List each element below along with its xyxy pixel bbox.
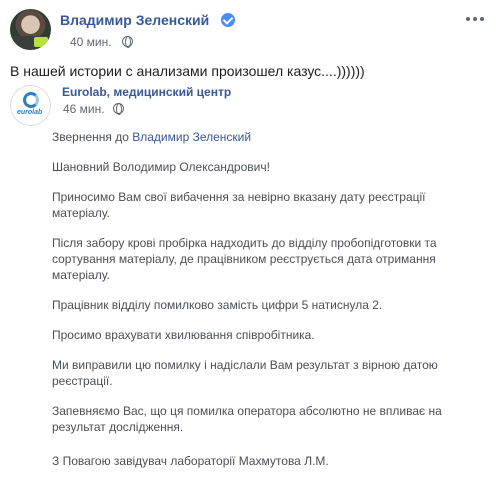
post-timestamp[interactable]: 40 мин. bbox=[70, 35, 112, 49]
author-avatar[interactable] bbox=[10, 9, 51, 50]
address-prefix: Звернення до bbox=[52, 130, 129, 144]
avatar-badge bbox=[34, 37, 48, 47]
shared-post-text: Звернення до Владимир Зеленский Шановний… bbox=[52, 129, 452, 483]
letter-paragraph: Приносимо Вам свої вибачення за невірно … bbox=[52, 190, 426, 220]
letter-paragraph: Просимо врахувати хвилювання співробітни… bbox=[52, 328, 315, 342]
letter-paragraph: Запевняємо Вас, що ця помилка оператора … bbox=[52, 404, 442, 434]
eurolab-logo-icon bbox=[23, 92, 39, 108]
globe-icon[interactable] bbox=[113, 103, 124, 115]
post-text: В нашей истории с анализами произошел ка… bbox=[10, 63, 365, 79]
letter-greeting: Шановний Володимир Олександрович! bbox=[52, 160, 270, 174]
page-avatar[interactable]: eurolab bbox=[10, 85, 51, 126]
letter-paragraph: Після забору крові пробірка надходить до… bbox=[52, 236, 437, 282]
letter-address: Звернення до Владимир Зеленский bbox=[52, 129, 452, 145]
page-name-link[interactable]: Eurolab, медицинский центр bbox=[62, 85, 231, 99]
letter-signature: З Повагою завідувач лабораторії Махмутов… bbox=[52, 454, 329, 468]
shared-post-header: eurolab Eurolab, медицинский центр 46 ми… bbox=[10, 85, 486, 126]
more-options-icon[interactable] bbox=[464, 13, 486, 25]
letter-paragraph: Працівник відділу помилково замість цифр… bbox=[52, 298, 383, 312]
author-name-link[interactable]: Владимир Зеленский bbox=[60, 12, 209, 28]
post-header: Владимир Зеленский 40 мин. bbox=[10, 9, 486, 51]
letter-paragraph: Ми виправили цю помилку і надіслали Вам … bbox=[52, 358, 438, 388]
verified-badge-icon bbox=[221, 13, 235, 27]
mention-link[interactable]: Владимир Зеленский bbox=[132, 130, 251, 144]
shared-post-timestamp[interactable]: 46 мин. bbox=[63, 102, 105, 116]
globe-icon[interactable] bbox=[122, 36, 133, 48]
logo-text: eurolab bbox=[17, 109, 43, 116]
